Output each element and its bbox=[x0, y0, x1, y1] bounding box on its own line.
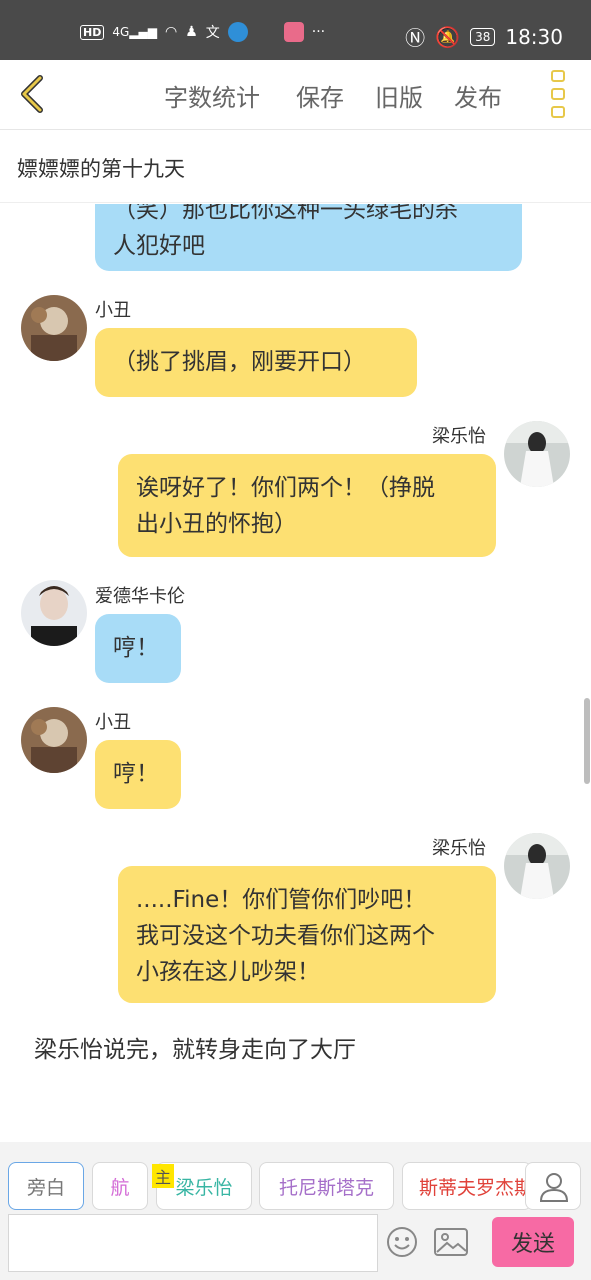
app-icon bbox=[227, 22, 248, 42]
chapter-title-bar[interactable]: 嫖嫖嫖的第十九天 bbox=[0, 131, 591, 203]
signal-icon: 4G▂▄▆ bbox=[112, 25, 157, 39]
message-line: （笑）那也比你这种一头绿毛的杀 bbox=[113, 204, 458, 223]
back-arrow-icon[interactable] bbox=[14, 74, 54, 114]
message-line: （挑了挑眉，刚要开口） bbox=[113, 349, 366, 375]
role-input-bar: 旁白 航 梁乐怡 主 托尼斯塔克 斯蒂夫罗杰斯 发送 bbox=[0, 1142, 591, 1280]
role-manage-button[interactable] bbox=[525, 1162, 581, 1210]
top-toolbar: 字数统计 保存 旧版 发布 bbox=[0, 60, 591, 130]
message-bubble[interactable]: 哼！ bbox=[95, 740, 181, 809]
chapter-title: 嫖嫖嫖的第十九天 bbox=[17, 157, 185, 181]
status-left: HD 4G▂▄▆ ◠ ♟ 文 ··· bbox=[80, 22, 325, 42]
message-line: 哼！ bbox=[113, 635, 159, 661]
wifi-icon: ◠ bbox=[164, 24, 178, 40]
mute-bell-icon: 🔕 bbox=[435, 24, 461, 49]
nfc-icon: Ⓝ bbox=[405, 26, 426, 50]
avatar[interactable] bbox=[21, 295, 87, 361]
publish-button[interactable]: 发布 bbox=[454, 78, 502, 113]
translate-icon: 文 bbox=[205, 25, 220, 41]
battery-icon: 38 bbox=[470, 27, 496, 46]
message-bubble[interactable]: .....Fine！你们管你们吵吧！ 我可没这个功夫看你们这两个 小孩在这儿吵架… bbox=[118, 866, 496, 1003]
emoji-icon[interactable] bbox=[386, 1226, 418, 1258]
image-icon[interactable] bbox=[434, 1228, 468, 1256]
role-chip-steve[interactable]: 斯蒂夫罗杰斯 bbox=[402, 1162, 532, 1210]
pink-app-icon bbox=[283, 22, 304, 42]
speaker-name: 梁乐怡 bbox=[432, 426, 486, 447]
more-menu-icon[interactable] bbox=[551, 70, 569, 118]
speaker-name: 小丑 bbox=[95, 300, 131, 321]
message-line: 人犯好吧 bbox=[113, 233, 205, 259]
main-role-tag: 主 bbox=[152, 1164, 174, 1188]
status-right: Ⓝ 🔕 38 18:30 bbox=[405, 22, 563, 51]
message-line: 我可没这个功夫看你们这两个 bbox=[136, 923, 435, 949]
role-chip-hang[interactable]: 航 bbox=[92, 1162, 148, 1210]
message-line: .....Fine！你们管你们吵吧！ bbox=[136, 887, 427, 913]
message-line: 出小丑的怀抱） bbox=[136, 511, 297, 537]
user-icon bbox=[539, 1173, 569, 1202]
qq-icon: ♟ bbox=[185, 24, 198, 40]
clock: 18:30 bbox=[505, 24, 563, 49]
avatar[interactable] bbox=[21, 580, 87, 646]
send-button[interactable]: 发送 bbox=[492, 1217, 574, 1267]
narration-text[interactable]: 梁乐怡说完，就转身走向了大厅 bbox=[34, 1030, 356, 1064]
message-line: 哼！ bbox=[113, 761, 159, 787]
save-button[interactable]: 保存 bbox=[296, 78, 344, 113]
speaker-name: 小丑 bbox=[95, 712, 131, 733]
role-chip-aside[interactable]: 旁白 bbox=[8, 1162, 84, 1210]
avatar[interactable] bbox=[504, 833, 570, 899]
word-count-button[interactable]: 字数统计 bbox=[164, 78, 260, 113]
message-line: 诶呀好了！你们两个！（挣脱 bbox=[136, 475, 435, 501]
speaker-name: 爱德华卡伦 bbox=[95, 586, 185, 607]
chat-area[interactable]: （笑）那也比你这种一头绿毛的杀 人犯好吧 小丑 （挑了挑眉，刚要开口） 梁乐怡 … bbox=[0, 204, 591, 1140]
message-bubble[interactable]: （笑）那也比你这种一头绿毛的杀 人犯好吧 bbox=[95, 204, 522, 271]
message-bubble[interactable]: 诶呀好了！你们两个！（挣脱 出小丑的怀抱） bbox=[118, 454, 496, 557]
old-version-button[interactable]: 旧版 bbox=[375, 78, 423, 113]
scrollbar[interactable] bbox=[584, 698, 590, 784]
message-bubble[interactable]: （挑了挑眉，刚要开口） bbox=[95, 328, 417, 397]
message-bubble[interactable]: 哼！ bbox=[95, 614, 181, 683]
status-bar: HD 4G▂▄▆ ◠ ♟ 文 ··· Ⓝ 🔕 38 18:30 bbox=[0, 0, 591, 60]
message-input[interactable] bbox=[8, 1214, 378, 1272]
message-line: 小孩在这儿吵架！ bbox=[136, 959, 320, 985]
avatar[interactable] bbox=[504, 421, 570, 487]
hd-badge: HD bbox=[80, 24, 105, 40]
more-dots-icon: ··· bbox=[311, 24, 326, 40]
role-chip-tony[interactable]: 托尼斯塔克 bbox=[259, 1162, 394, 1210]
avatar[interactable] bbox=[21, 707, 87, 773]
speaker-name: 梁乐怡 bbox=[432, 838, 486, 859]
network-label: 4G bbox=[112, 25, 130, 39]
